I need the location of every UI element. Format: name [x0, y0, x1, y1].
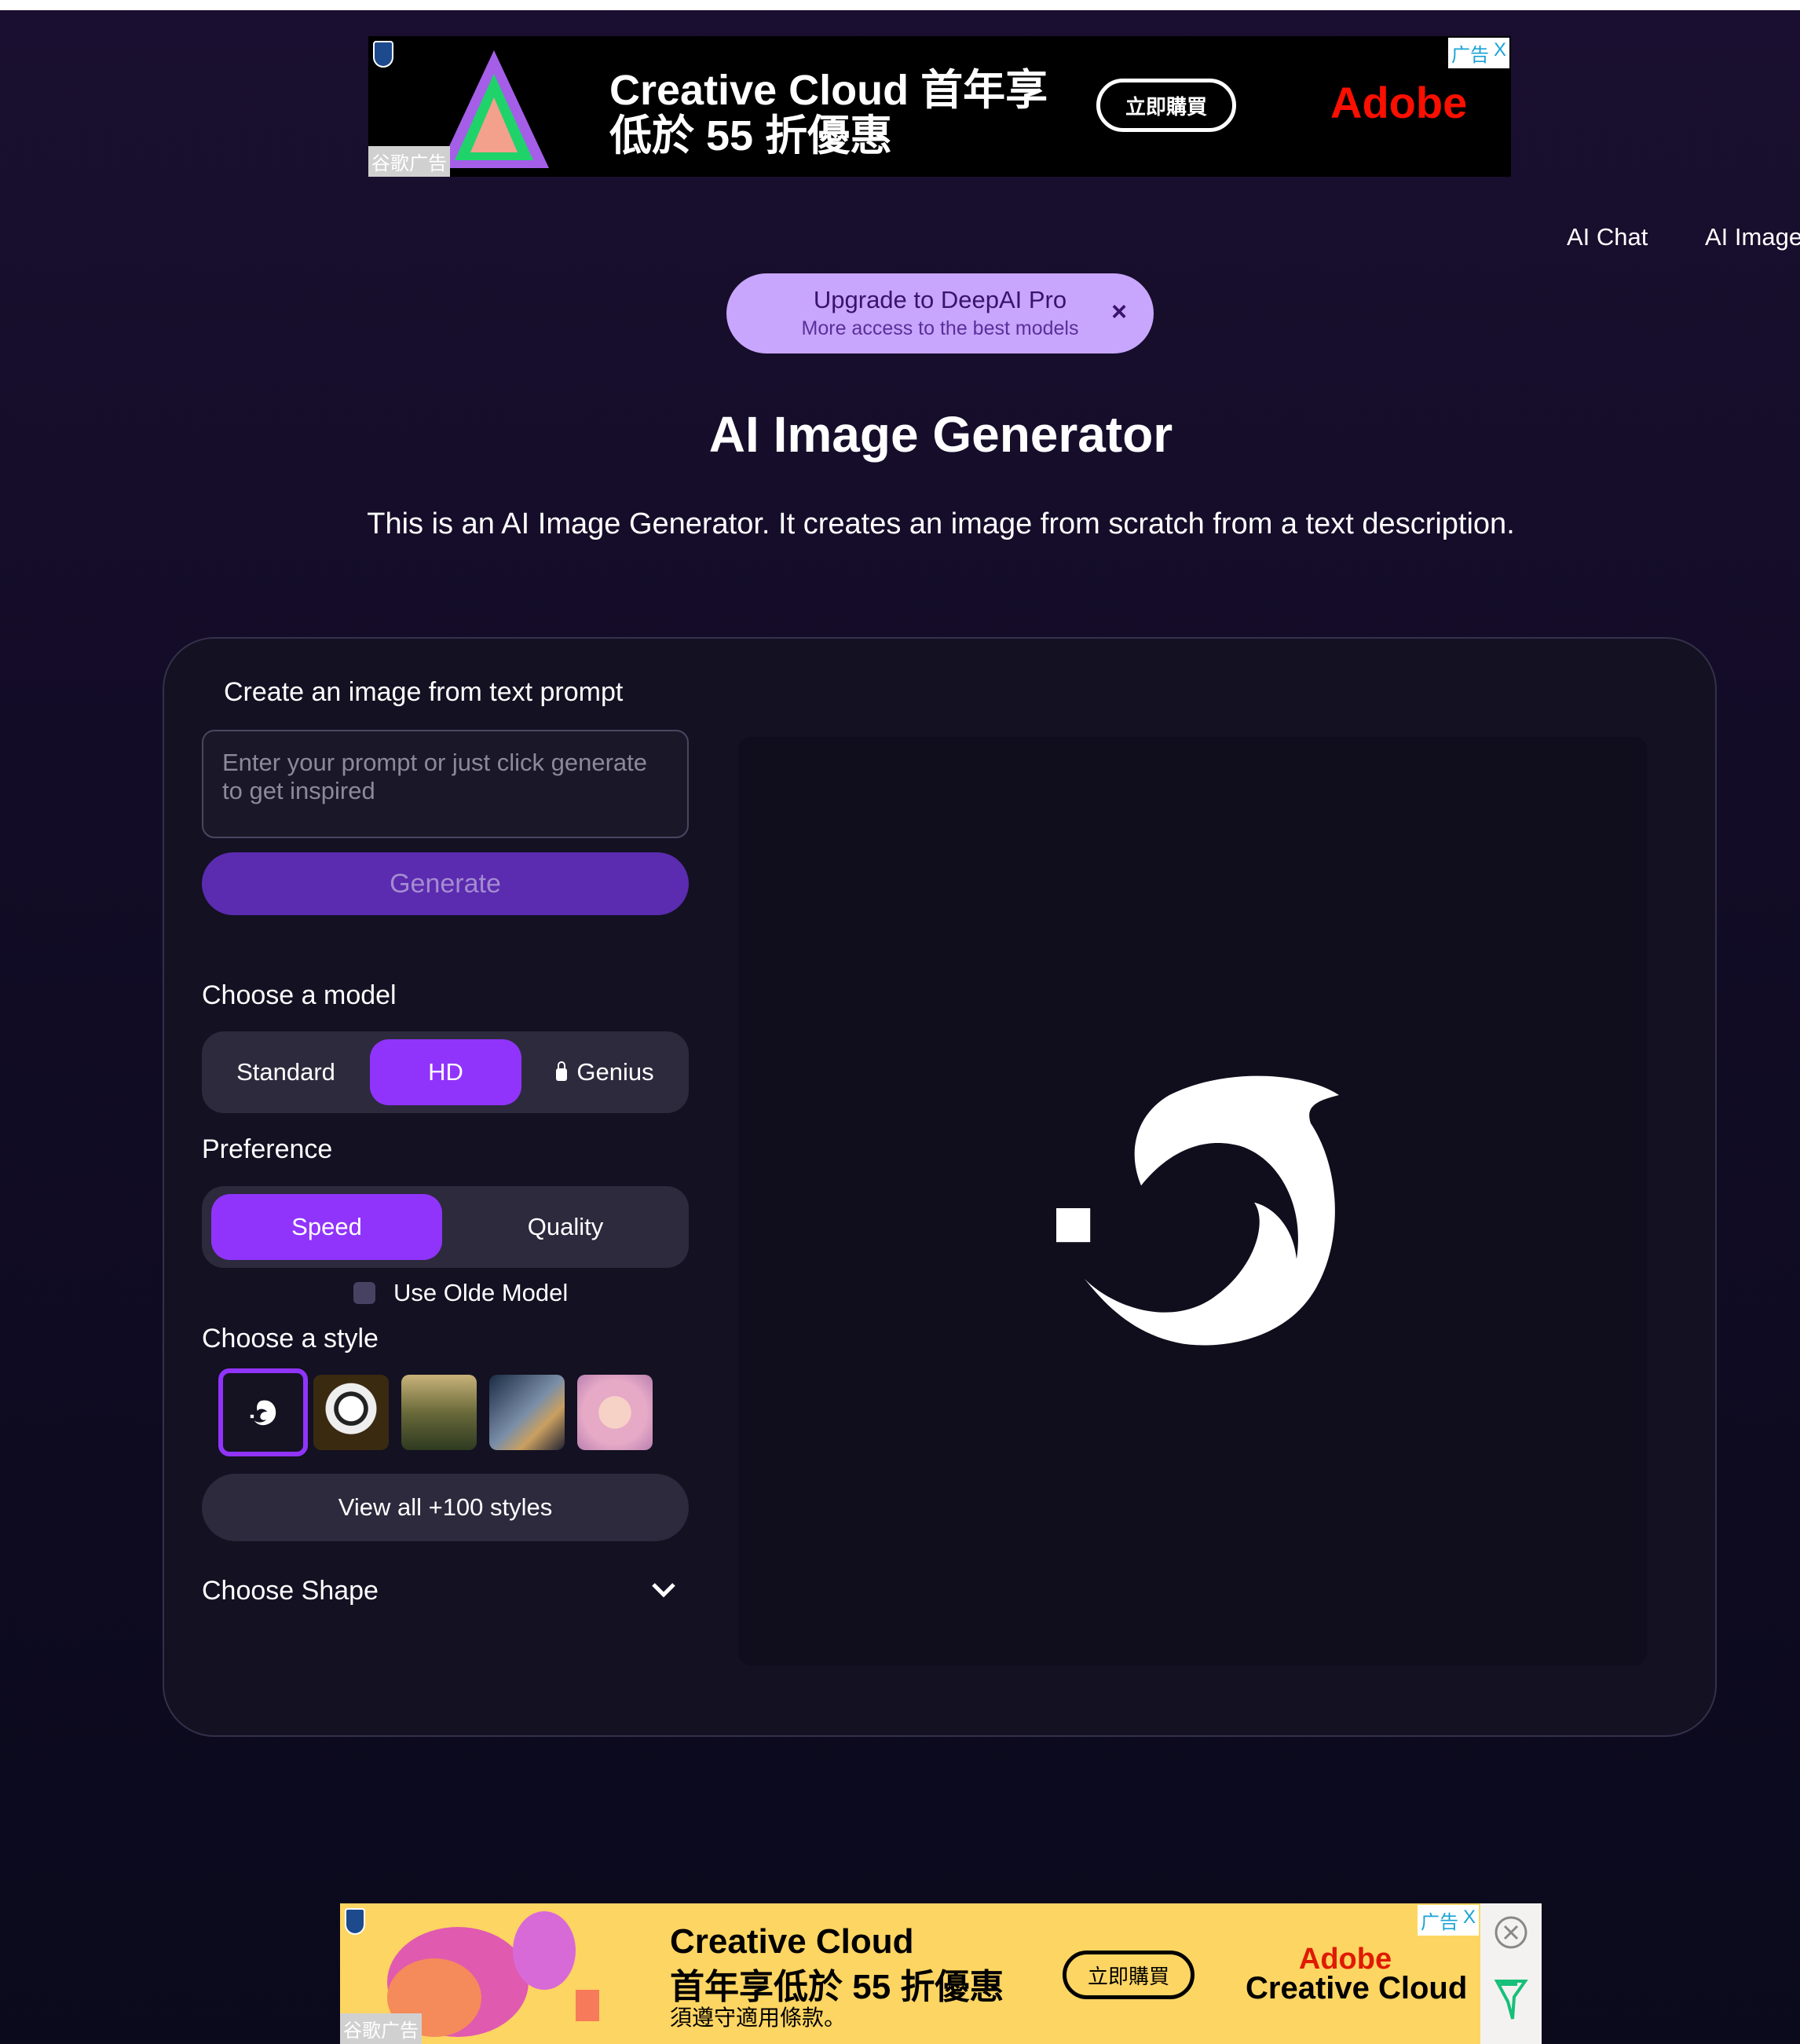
model-standard-label: Standard [236, 1058, 335, 1086]
preference-quality-label: Quality [527, 1213, 604, 1240]
close-icon[interactable]: × [1111, 297, 1127, 328]
style-label: Choose a style [202, 1324, 379, 1354]
deepai-logo-icon [250, 1400, 276, 1426]
model-label: Choose a model [202, 980, 397, 1010]
model-genius-label: Genius [576, 1058, 654, 1086]
style-default[interactable] [218, 1368, 308, 1456]
ad-shield-icon [373, 41, 393, 68]
ad-cta-button[interactable]: 立即購買 [1096, 79, 1236, 132]
bottom-ad-banner[interactable]: 谷歌广告 Creative Cloud 首年享低於 55 折優惠 須遵守適用條款… [340, 1903, 1480, 2044]
nav-ai-image[interactable]: AI Image [1705, 223, 1800, 251]
preference-quality[interactable]: Quality [450, 1194, 681, 1260]
upgrade-subtitle: More access to the best models [801, 317, 1079, 339]
style-panda[interactable] [313, 1375, 389, 1450]
view-all-styles-button[interactable]: View all +100 styles [202, 1474, 689, 1541]
style-fantasy-portrait[interactable] [577, 1375, 653, 1450]
style-robot[interactable] [489, 1375, 565, 1450]
model-hd[interactable]: HD [370, 1039, 521, 1105]
ad-brand-logo: Adobe [1330, 78, 1468, 127]
ad-choices[interactable]: 广告 X [1447, 38, 1509, 68]
ad-artwork-icon [439, 50, 549, 168]
feedback-funnel-icon[interactable] [1494, 1978, 1528, 2022]
top-ad-banner[interactable]: 谷歌广告 Creative Cloud 首年享 低於 55 折優惠 立即購買 A… [368, 36, 1511, 177]
browser-top-strip [0, 0, 1800, 10]
ad-close-icon[interactable]: X [1494, 39, 1506, 67]
model-genius[interactable]: Genius [529, 1039, 681, 1105]
style-forest[interactable] [401, 1375, 477, 1450]
image-preview [738, 737, 1647, 1665]
deepai-logo-icon [1056, 1075, 1339, 1346]
olde-model-label[interactable]: Use Olde Model [393, 1279, 568, 1307]
shape-label[interactable]: Choose Shape [202, 1576, 379, 1606]
preference-speed-label: Speed [291, 1213, 362, 1240]
upgrade-title: Upgrade to DeepAI Pro [813, 286, 1067, 313]
ad-close-icon[interactable]: X [1463, 1907, 1476, 1934]
page-title: AI Image Generator [708, 406, 1173, 463]
ad-product-name: Creative Cloud [1246, 1971, 1468, 2006]
ad-headline-1: Creative Cloud [670, 1922, 914, 1961]
google-ad-tag: 谷歌广告 [340, 2013, 422, 2044]
ad-side-panel [1480, 1903, 1542, 2044]
page-subtitle: This is an AI Image Generator. It create… [367, 507, 1515, 540]
ad-badge: 广告 [1420, 1912, 1458, 1933]
upgrade-banner[interactable]: Upgrade to DeepAI Pro More access to the… [726, 273, 1154, 353]
ad-terms: 須遵守適用條款。 [670, 2006, 847, 2030]
google-ad-tag: 谷歌广告 [368, 146, 450, 177]
ad-cta-button[interactable]: 立即購買 [1063, 1951, 1195, 1999]
chevron-down-icon[interactable] [650, 1581, 677, 1599]
nav-ai-chat[interactable]: AI Chat [1567, 223, 1648, 251]
ad-choices[interactable]: 广告 X [1417, 1905, 1479, 1936]
preference-speed[interactable]: Speed [211, 1194, 442, 1260]
lock-icon [556, 1061, 568, 1081]
preference-label: Preference [202, 1134, 333, 1164]
model-hd-label: HD [428, 1058, 463, 1086]
prompt-input[interactable] [202, 730, 689, 838]
close-circle-icon[interactable] [1494, 1915, 1528, 1950]
preference-selector: Speed Quality [202, 1186, 689, 1268]
ad-headline-2: 低於 55 折優惠 [609, 112, 893, 159]
ad-badge: 广告 [1451, 45, 1489, 66]
model-selector: Standard HD Genius [202, 1031, 689, 1113]
olde-model-checkbox[interactable] [353, 1282, 375, 1304]
form-heading: Create an image from text prompt [224, 677, 624, 707]
model-standard[interactable]: Standard [210, 1039, 362, 1105]
generate-button[interactable]: Generate [202, 852, 689, 915]
